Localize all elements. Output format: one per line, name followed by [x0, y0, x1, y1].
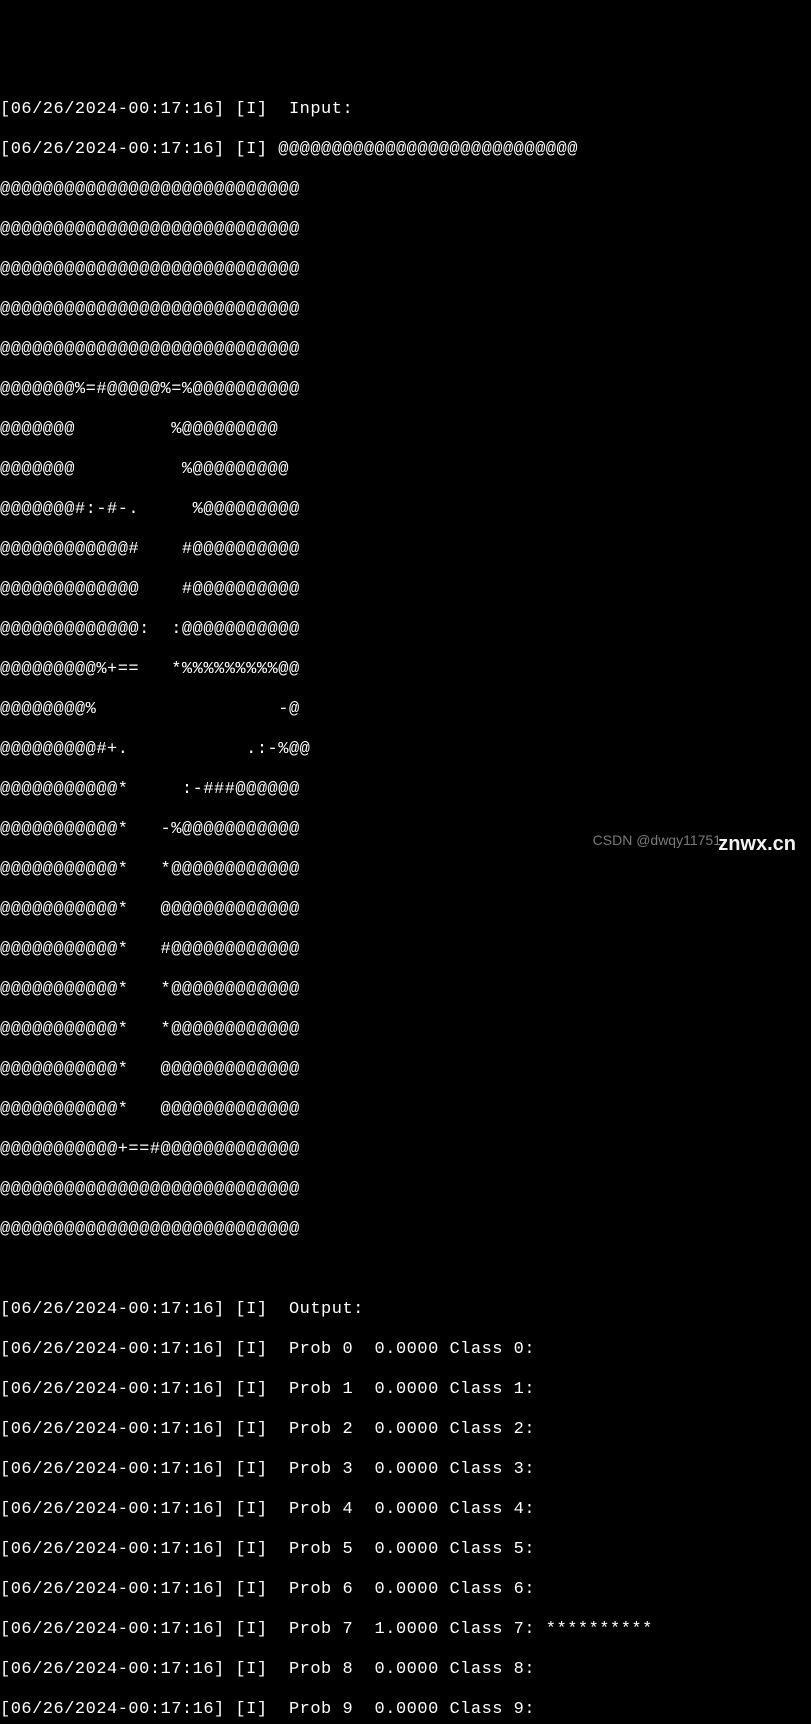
prob-line: [06/26/2024-00:17:16] [I] Prob 7 1.0000 …: [0, 1620, 811, 1640]
ascii-art-line: @@@@@@@@@@@@@@@@@@@@@@@@@@@@: [0, 1220, 811, 1240]
prob-line: [06/26/2024-00:17:16] [I] Prob 8 0.0000 …: [0, 1660, 811, 1680]
ascii-art-line: @@@@@@@@@@@* *@@@@@@@@@@@@: [0, 980, 811, 1000]
ascii-art-line: @@@@@@@@% -@: [0, 700, 811, 720]
ascii-art-line: @@@@@@@#:-#-. %@@@@@@@@@: [0, 500, 811, 520]
ascii-art-line: @@@@@@@@@@@@@@@@@@@@@@@@@@@@: [0, 220, 811, 240]
ascii-art-line: @@@@@@@@@@@+==#@@@@@@@@@@@@@: [0, 1140, 811, 1160]
ascii-art-line: @@@@@@@@@@@* #@@@@@@@@@@@@: [0, 940, 811, 960]
ascii-art-line: @@@@@@@@@@@@@@@@@@@@@@@@@@@@: [0, 180, 811, 200]
prob-line: [06/26/2024-00:17:16] [I] Prob 2 0.0000 …: [0, 1420, 811, 1440]
log-output-header: [06/26/2024-00:17:16] [I] Output:: [0, 1300, 811, 1320]
ascii-art-line: @@@@@@@@@@@* *@@@@@@@@@@@@: [0, 860, 811, 880]
csdn-watermark: CSDN @dwqy11751: [593, 830, 721, 850]
znwx-watermark: znwx.cn: [718, 834, 796, 854]
log-input-header: [06/26/2024-00:17:16] [I] Input:: [0, 100, 811, 120]
ascii-art-line: @@@@@@@@@@@* :-###@@@@@@: [0, 780, 811, 800]
ascii-art-line: @@@@@@@@@@@* *@@@@@@@@@@@@: [0, 1020, 811, 1040]
prob-line: [06/26/2024-00:17:16] [I] Prob 9 0.0000 …: [0, 1700, 811, 1720]
ascii-art-line: @@@@@@@@@@@@@ #@@@@@@@@@@: [0, 580, 811, 600]
ascii-art-line: @@@@@@@@@@@@@@@@@@@@@@@@@@@@: [0, 300, 811, 320]
prob-line: [06/26/2024-00:17:16] [I] Prob 4 0.0000 …: [0, 1500, 811, 1520]
ascii-art-line: @@@@@@@@@@@* @@@@@@@@@@@@@: [0, 900, 811, 920]
ascii-art-line: @@@@@@@@@@@@# #@@@@@@@@@@: [0, 540, 811, 560]
blank-line: [0, 1260, 811, 1280]
ascii-art-line: @@@@@@@@@%+== *%%%%%%%%%@@: [0, 660, 811, 680]
prob-line: [06/26/2024-00:17:16] [I] Prob 5 0.0000 …: [0, 1540, 811, 1560]
ascii-art-line: @@@@@@@ %@@@@@@@@@: [0, 420, 811, 440]
ascii-art-line: @@@@@@@ %@@@@@@@@@: [0, 460, 811, 480]
terminal-output: [06/26/2024-00:17:16] [I] Input: [06/26/…: [0, 80, 811, 1724]
ascii-art-line: @@@@@@@@@@@@@@@@@@@@@@@@@@@@: [0, 260, 811, 280]
ascii-art-line: @@@@@@@@@@@* @@@@@@@@@@@@@: [0, 1100, 811, 1120]
ascii-art-line: @@@@@@@@@@@* @@@@@@@@@@@@@: [0, 1060, 811, 1080]
prob-line: [06/26/2024-00:17:16] [I] Prob 3 0.0000 …: [0, 1460, 811, 1480]
ascii-art-line: @@@@@@@@@@@@@@@@@@@@@@@@@@@@: [0, 1180, 811, 1200]
prob-line: [06/26/2024-00:17:16] [I] Prob 0 0.0000 …: [0, 1340, 811, 1360]
ascii-art-line: @@@@@@@@@@@@@: :@@@@@@@@@@@: [0, 620, 811, 640]
ascii-art-line: @@@@@@@@@#+. .:-%@@: [0, 740, 811, 760]
ascii-art-line: @@@@@@@%=#@@@@@%=%@@@@@@@@@@: [0, 380, 811, 400]
prob-line: [06/26/2024-00:17:16] [I] Prob 1 0.0000 …: [0, 1380, 811, 1400]
prob-line: [06/26/2024-00:17:16] [I] Prob 6 0.0000 …: [0, 1580, 811, 1600]
log-ascii-header: [06/26/2024-00:17:16] [I] @@@@@@@@@@@@@@…: [0, 140, 811, 160]
ascii-art-line: @@@@@@@@@@@@@@@@@@@@@@@@@@@@: [0, 340, 811, 360]
